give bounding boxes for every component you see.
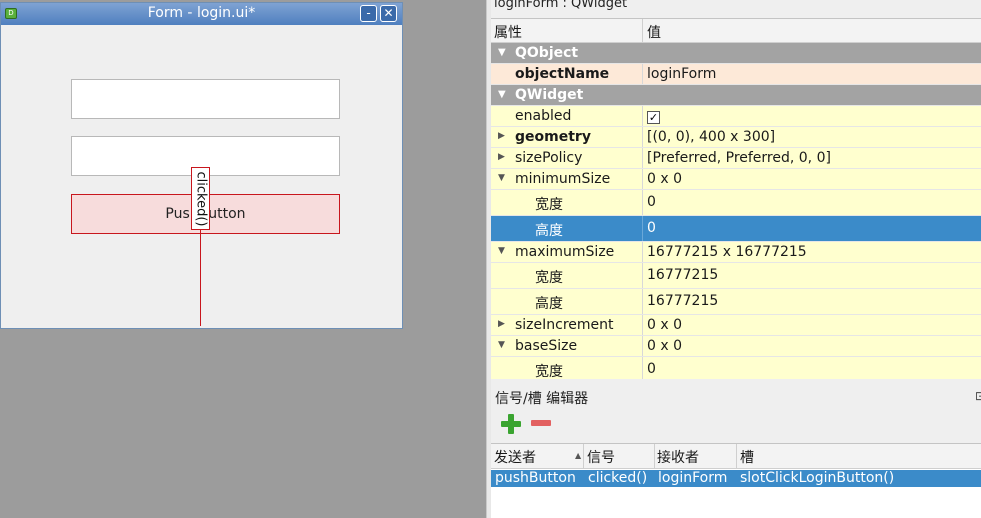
connection-signal-text: clicked() bbox=[193, 171, 208, 226]
group-qwidget[interactable]: ▼ QWidget bbox=[491, 85, 981, 106]
property-row-sizeincrement[interactable]: ▶ sizeIncrement 0 x 0 bbox=[491, 315, 981, 336]
property-name: objectName bbox=[515, 66, 610, 82]
property-row-enabled[interactable]: enabled ✓ bbox=[491, 106, 981, 127]
expand-arrow-icon[interactable]: ▶ bbox=[498, 319, 505, 329]
form-titlebar[interactable]: D Form - login.ui* - ✕ bbox=[1, 3, 402, 25]
property-name: baseSize bbox=[515, 338, 578, 354]
property-name: 宽度 bbox=[535, 364, 563, 379]
property-row-sizepolicy[interactable]: ▶ sizePolicy [Preferred, Preferred, 0, 0… bbox=[491, 148, 981, 169]
connections-table[interactable]: 发送者 ▲ 信号 接收者 槽 pushButton clicked() logi… bbox=[491, 443, 981, 518]
property-name: sizePolicy bbox=[515, 150, 583, 166]
property-table[interactable]: 属性 值 ▼ QObject objectName loginForm ▼ QW… bbox=[491, 18, 981, 379]
expand-arrow-icon[interactable]: ▶ bbox=[498, 131, 505, 141]
form-title: Form - login.ui* bbox=[147, 5, 256, 21]
form-window[interactable]: D Form - login.ui* - ✕ PushButton bbox=[0, 2, 403, 329]
col-signal[interactable]: 信号 bbox=[587, 447, 615, 471]
collapse-arrow-icon[interactable]: ▼ bbox=[498, 246, 505, 256]
enabled-checkbox[interactable]: ✓ bbox=[647, 111, 660, 124]
property-row-maximumsize[interactable]: ▼ maximumSize 16777215 x 16777215 bbox=[491, 242, 981, 263]
property-value[interactable]: [(0, 0), 400 x 300] bbox=[642, 127, 775, 147]
collapse-arrow-icon[interactable]: ▼ bbox=[498, 173, 505, 183]
col-sender[interactable]: 发送者 bbox=[494, 447, 536, 471]
collapse-arrow-icon[interactable]: ▼ bbox=[498, 340, 505, 350]
property-row-geometry[interactable]: ▶ geometry [(0, 0), 400 x 300] bbox=[491, 127, 981, 148]
property-row-max-width[interactable]: 宽度 16777215 bbox=[491, 263, 981, 289]
collapse-arrow-icon[interactable]: ▼ bbox=[498, 89, 506, 100]
group-label: QObject bbox=[515, 45, 579, 61]
col-value[interactable]: 值 bbox=[642, 19, 661, 43]
property-name: minimumSize bbox=[515, 171, 611, 187]
column-separator bbox=[583, 444, 584, 469]
col-receiver[interactable]: 接收者 bbox=[657, 447, 699, 471]
connection-row[interactable]: pushButton clicked() loginForm slotClick… bbox=[491, 470, 981, 487]
property-value[interactable]: loginForm bbox=[642, 64, 716, 84]
undock-icon[interactable]: ⊡ bbox=[975, 389, 981, 403]
property-name: sizeIncrement bbox=[515, 317, 614, 333]
minimize-button[interactable]: - bbox=[360, 5, 377, 22]
property-row-minimumsize[interactable]: ▼ minimumSize 0 x 0 bbox=[491, 169, 981, 190]
property-value[interactable]: 0 x 0 bbox=[642, 315, 682, 335]
property-value[interactable]: 0 bbox=[642, 216, 656, 241]
username-line-edit[interactable] bbox=[71, 79, 340, 119]
property-value[interactable]: 0 bbox=[642, 357, 656, 379]
property-row-min-width[interactable]: 宽度 0 bbox=[491, 190, 981, 216]
add-connection-icon[interactable] bbox=[501, 414, 521, 434]
property-value[interactable]: 16777215 x 16777215 bbox=[642, 242, 807, 262]
right-dock: loginForm : QWidget 属性 值 ▼ QObject objec… bbox=[491, 0, 981, 518]
connection-receiver[interactable]: loginForm bbox=[658, 470, 727, 486]
property-editor-header: loginForm : QWidget bbox=[494, 0, 628, 11]
connections-table-header: 发送者 ▲ 信号 接收者 槽 bbox=[491, 444, 981, 469]
property-name: enabled bbox=[515, 108, 572, 124]
signal-slot-editor-title: 信号/槽 编辑器 bbox=[495, 391, 589, 407]
property-name: maximumSize bbox=[515, 244, 615, 260]
close-button[interactable]: ✕ bbox=[380, 5, 397, 22]
property-value[interactable]: 0 bbox=[642, 190, 656, 215]
property-row-objectname[interactable]: objectName loginForm bbox=[491, 64, 981, 85]
remove-connection-icon[interactable] bbox=[531, 420, 551, 426]
connection-line bbox=[200, 214, 201, 326]
col-slot[interactable]: 槽 bbox=[740, 447, 754, 471]
property-row-basesize[interactable]: ▼ baseSize 0 x 0 bbox=[491, 336, 981, 357]
property-name: geometry bbox=[515, 129, 591, 145]
property-row-max-height[interactable]: 高度 16777215 bbox=[491, 289, 981, 315]
column-separator bbox=[654, 444, 655, 469]
form-canvas[interactable]: D Form - login.ui* - ✕ PushButton clicke… bbox=[0, 0, 486, 518]
property-table-header: 属性 值 bbox=[491, 19, 981, 43]
property-value[interactable]: ✓ bbox=[642, 106, 660, 126]
collapse-arrow-icon[interactable]: ▼ bbox=[498, 47, 506, 58]
property-row-base-width[interactable]: 宽度 0 bbox=[491, 357, 981, 379]
property-value[interactable]: 0 x 0 bbox=[642, 169, 682, 189]
property-value[interactable]: 0 x 0 bbox=[642, 336, 682, 356]
connection-sender[interactable]: pushButton bbox=[495, 470, 576, 486]
connection-slot[interactable]: slotClickLoginButton() bbox=[740, 470, 894, 486]
group-qobject[interactable]: ▼ QObject bbox=[491, 43, 981, 64]
property-name: 宽度 bbox=[535, 270, 563, 286]
property-row-min-height[interactable]: 高度 0 bbox=[491, 216, 981, 242]
col-property[interactable]: 属性 bbox=[494, 22, 522, 42]
group-label: QWidget bbox=[515, 87, 584, 103]
property-value[interactable]: 16777215 bbox=[642, 289, 718, 314]
property-name: 高度 bbox=[535, 296, 563, 312]
property-name: 宽度 bbox=[535, 197, 563, 213]
property-name: 高度 bbox=[535, 223, 563, 239]
property-value[interactable]: 16777215 bbox=[642, 263, 718, 288]
connection-signal-label[interactable]: clicked() bbox=[191, 167, 210, 230]
column-separator bbox=[736, 444, 737, 469]
expand-arrow-icon[interactable]: ▶ bbox=[498, 152, 505, 162]
connection-signal[interactable]: clicked() bbox=[588, 470, 647, 486]
property-value[interactable]: [Preferred, Preferred, 0, 0] bbox=[642, 148, 831, 168]
sort-ascending-icon[interactable]: ▲ bbox=[575, 451, 581, 460]
